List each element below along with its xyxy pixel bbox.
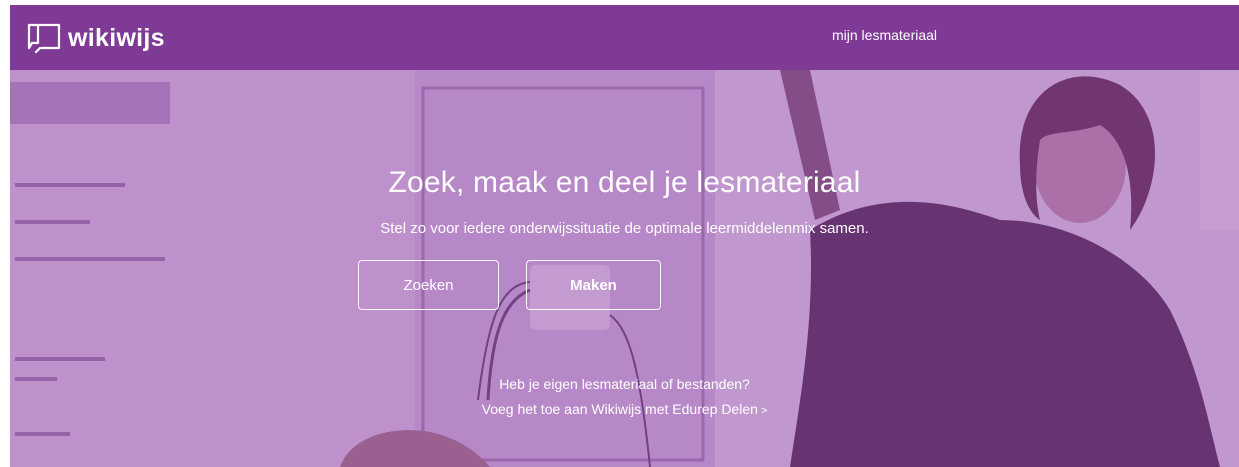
page-frame: wikiwijs mijn lesmateriaal Zoek, maak en…: [10, 5, 1239, 467]
top-bar: wikiwijs mijn lesmateriaal: [10, 5, 1239, 70]
hero-banner: Zoek, maak en deel je lesmateriaal Stel …: [10, 70, 1239, 467]
hero-title: Zoek, maak en deel je lesmateriaal: [388, 166, 861, 199]
logo-text: wikiwijs: [68, 23, 165, 52]
hero-subtitle: Stel zo voor iedere onderwijssituatie de…: [380, 220, 869, 237]
speech-book-icon: [27, 23, 61, 53]
search-button[interactable]: Zoeken: [358, 260, 499, 310]
hero-content: Zoek, maak en deel je lesmateriaal Stel …: [10, 70, 1239, 467]
chevron-right-icon: >: [760, 405, 768, 417]
hero-note: Heb je eigen lesmateriaal of bestanden?: [499, 376, 750, 392]
my-learning-material-link[interactable]: mijn lesmateriaal: [832, 27, 937, 43]
wikiwijs-logo[interactable]: wikiwijs: [26, 21, 165, 55]
edurep-share-link-text: Voeg het toe aan Wikiwijs met Edurep Del…: [481, 401, 758, 417]
make-button[interactable]: Maken: [526, 260, 661, 310]
edurep-share-link[interactable]: Voeg het toe aan Wikiwijs met Edurep Del…: [482, 401, 768, 417]
edurep-share-line: Voeg het toe aan Wikiwijs met Edurep Del…: [10, 401, 1239, 419]
